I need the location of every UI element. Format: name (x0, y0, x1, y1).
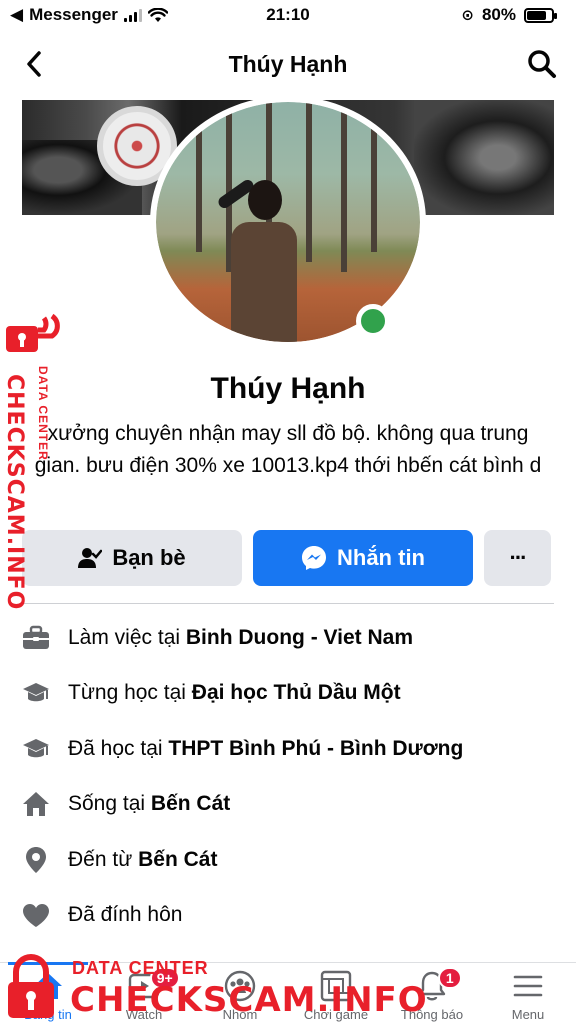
more-options-button[interactable]: ··· (484, 530, 551, 586)
wifi-icon (147, 7, 168, 22)
status-left: ◀ Messenger (10, 5, 168, 25)
tab-menu[interactable]: Menu (480, 963, 576, 1024)
detail-row-from[interactable]: Đến từ Bến Cát (22, 832, 554, 888)
message-button[interactable]: Nhắn tin (253, 530, 473, 586)
battery-level (527, 10, 547, 20)
orientation-lock-icon: ⊙ (461, 7, 474, 24)
tab-notifications[interactable]: 1 Thông báo (384, 963, 480, 1024)
chevron-left-icon (27, 51, 41, 77)
tab-label: Bảng tin (24, 1007, 72, 1022)
page-title: Thúy Hạnh (228, 50, 348, 77)
friend-check-icon (78, 548, 103, 568)
detail-value[interactable]: Binh Duong - Viet Nam (186, 626, 413, 649)
battery-icon (524, 7, 557, 23)
profile-details: Làm việc tại Binh Duong - Viet Nam Từng … (22, 610, 554, 943)
detail-value[interactable]: Bến Cát (138, 848, 217, 871)
detail-row-education-2[interactable]: Đã học tại THPT Bình Phú - Bình Dương (22, 721, 554, 777)
profile-picture[interactable] (148, 96, 428, 352)
detail-text: Đến từ Bến Cát (68, 847, 218, 871)
tab-news-feed[interactable]: Bảng tin (0, 962, 96, 1024)
nav-header: Thúy Hạnh (0, 30, 576, 98)
detail-value[interactable]: Bến Cát (151, 792, 230, 815)
tab-label: Menu (511, 1007, 545, 1022)
location-pin-icon (22, 846, 50, 874)
search-button[interactable] (524, 46, 560, 82)
detail-value[interactable]: Đại học Thủ Dầu Một (192, 681, 401, 704)
tab-watch[interactable]: 9+ Watch (96, 963, 192, 1024)
tab-label: Chơi game (303, 1007, 369, 1022)
profile-bio: xưởng chuyên nhận may sll đồ bộ. không q… (34, 422, 542, 477)
detail-text: Đã đính hôn (68, 903, 183, 927)
detail-text: Đã học tại THPT Bình Phú - Bình Dương (68, 736, 464, 760)
battery-percent: 80% (481, 5, 516, 24)
online-status-indicator (356, 304, 390, 338)
tab-label: Thông báo (400, 1007, 464, 1022)
tab-label: Watch (125, 1007, 163, 1022)
friends-button-label: Bạn bè (112, 545, 186, 570)
watermark-side-subtext: DATA CENTER (36, 366, 50, 461)
tab-label: Nhóm (222, 1007, 258, 1022)
detail-value[interactable]: THPT Bình Phú - Bình Dương (168, 737, 463, 760)
profile-actions: Bạn bè Nhắn tin ··· (22, 530, 554, 586)
detail-row-relationship[interactable]: Đã đính hôn (22, 888, 554, 944)
detail-row-lives-in[interactable]: Sống tại Bến Cát (22, 777, 554, 833)
tab-gaming[interactable]: Chơi game (288, 963, 384, 1024)
watermark-side: CHECKSCAM.INFO DATA CENTER (0, 312, 62, 610)
divider (22, 603, 554, 604)
back-to-app-icon[interactable]: ◀ (10, 5, 23, 25)
search-icon (528, 50, 556, 78)
bottom-tab-bar: Bảng tin 9+ Watch Nhóm Chơi game 1 Thông… (0, 962, 576, 1024)
gaming-icon (318, 969, 354, 1003)
tab-groups[interactable]: Nhóm (192, 963, 288, 1024)
status-app-name[interactable]: Messenger (29, 5, 118, 25)
cover-bags-right (414, 100, 554, 215)
watch-badge: 9+ (149, 967, 180, 989)
briefcase-icon (22, 624, 50, 652)
cellular-signal-icon (123, 8, 142, 22)
status-bar: ◀ Messenger 21:10 ⊙ 80% (0, 0, 576, 30)
heart-icon (22, 901, 50, 929)
detail-row-work[interactable]: Làm việc tại Binh Duong - Viet Nam (22, 610, 554, 666)
home-feed-icon (30, 969, 66, 1003)
message-button-label: Nhắn tin (337, 545, 425, 570)
watermark-side-text: CHECKSCAM.INFO (2, 374, 27, 611)
groups-icon (222, 969, 258, 1003)
detail-row-education-1[interactable]: Từng học tại Đại học Thủ Dầu Một (22, 666, 554, 722)
profile-name: Thúy Hạnh (210, 372, 366, 405)
notifications-badge: 1 (437, 967, 462, 989)
graduation-cap-icon (22, 679, 50, 707)
active-tab-indicator (8, 962, 88, 965)
graduation-cap-icon (22, 735, 50, 763)
more-icon: ··· (509, 545, 528, 570)
detail-text: Làm việc tại Binh Duong - Viet Nam (68, 625, 414, 649)
menu-icon (510, 969, 546, 1003)
home-icon (22, 790, 50, 818)
detail-text: Sống tại Bến Cát (68, 792, 231, 816)
messenger-icon (302, 546, 326, 570)
watermark-lock-icon (6, 313, 60, 352)
status-right: ⊙ 80% (461, 5, 557, 25)
detail-text: Từng học tại Đại học Thủ Dầu Một (68, 681, 401, 705)
back-button[interactable] (18, 48, 50, 80)
